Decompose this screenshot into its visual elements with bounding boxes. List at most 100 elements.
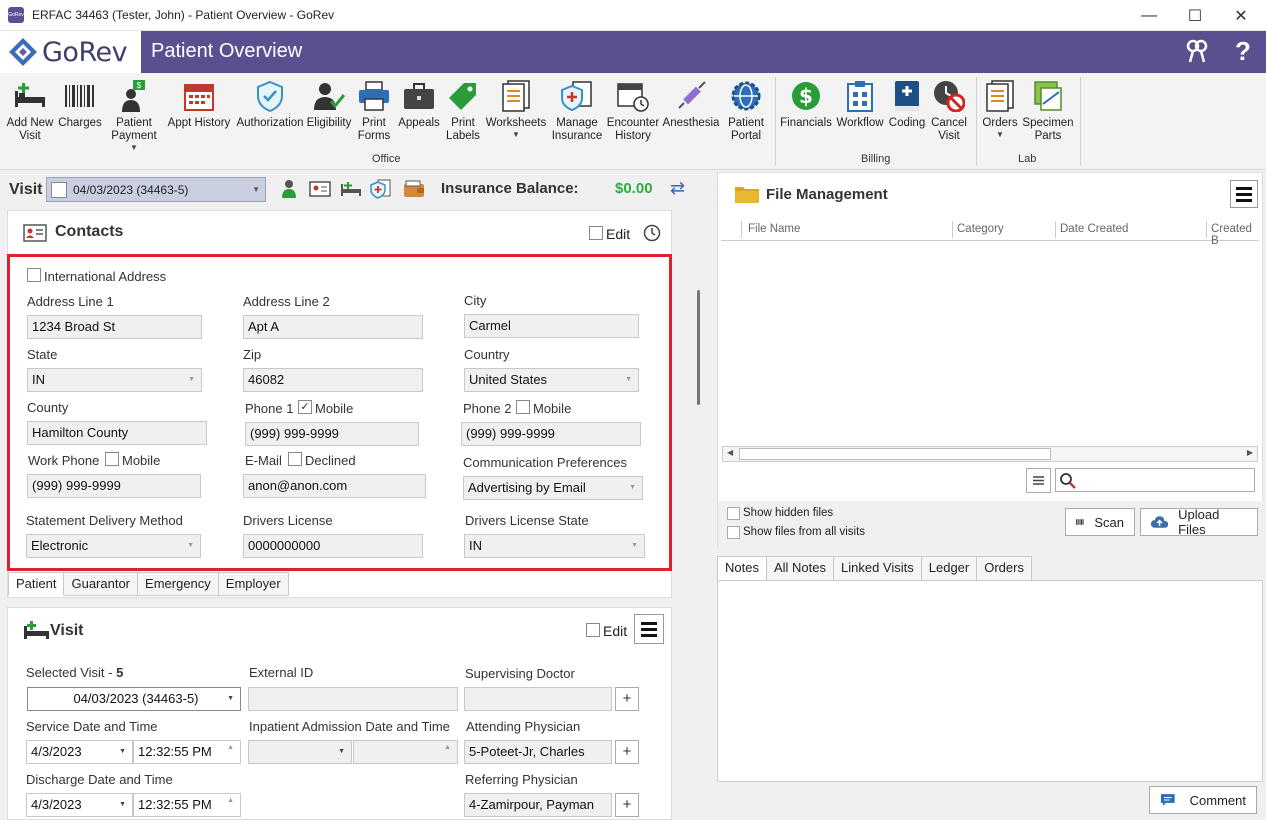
drivers-license-input[interactable]: 0000000000 — [243, 534, 423, 558]
selected-visit-select[interactable]: 04/03/2023 (34463-5) ▼ — [27, 687, 241, 711]
tab-orders[interactable]: Orders — [977, 556, 1032, 581]
file-search-input[interactable] — [1055, 468, 1255, 492]
file-grid-hscroll[interactable]: ◀ ▶ — [722, 446, 1258, 462]
history-clock-icon[interactable] — [643, 224, 661, 245]
bed-plus-icon — [23, 620, 49, 643]
supervising-doctor-input[interactable] — [464, 687, 612, 711]
notes-content[interactable] — [717, 580, 1263, 782]
tab-notes[interactable]: Notes — [717, 556, 767, 581]
refresh-swap-icon[interactable]: ⇄ — [670, 178, 685, 199]
worksheets-button[interactable]: Worksheets ▼ — [484, 79, 548, 140]
service-time-input[interactable]: 12:32:55 PM ▲▼ — [133, 740, 241, 764]
financials-button[interactable]: $ Financials — [780, 79, 832, 130]
file-menu-button[interactable] — [1230, 180, 1258, 208]
list-view-button[interactable] — [1026, 468, 1051, 493]
appeals-button[interactable]: Appeals — [396, 79, 442, 130]
orders-button[interactable]: Orders ▼ — [980, 79, 1020, 140]
phone2-mobile-checkbox[interactable] — [516, 400, 530, 414]
visit-select[interactable]: 04/03/2023 (34463-5) ▼ — [46, 177, 266, 202]
referring-physician-input[interactable]: 4-Zamirpour, Payman — [464, 793, 612, 817]
discharge-date-picker[interactable]: 4/3/2023 ▼ — [26, 793, 133, 817]
address-line1-input[interactable]: 1234 Broad St — [27, 315, 202, 339]
coding-button[interactable]: Coding — [886, 79, 928, 130]
minimize-button[interactable]: — — [1126, 0, 1172, 31]
left-pane-scrollbar[interactable] — [692, 208, 706, 820]
keys-icon[interactable] — [1184, 38, 1210, 71]
phone2-input[interactable]: (999) 999-9999 — [461, 422, 641, 446]
print-forms-button[interactable]: Print Forms — [354, 79, 394, 143]
tab-employer[interactable]: Employer — [218, 572, 289, 596]
show-hidden-files-checkbox[interactable] — [727, 507, 740, 520]
id-card-icon[interactable] — [309, 179, 331, 199]
drivers-license-state-select[interactable]: IN ▼ — [464, 534, 645, 558]
bed-icon[interactable] — [340, 179, 362, 199]
anesthesia-button[interactable]: Anesthesia — [662, 79, 720, 130]
address-line2-input[interactable]: Apt A — [243, 315, 423, 339]
eligibility-button[interactable]: Eligibility — [306, 79, 352, 130]
patient-portal-button[interactable]: Patient Portal — [722, 79, 770, 143]
discharge-time-input[interactable]: 12:32:55 PM ▲▼ — [133, 793, 241, 817]
help-icon[interactable]: ? — [1235, 36, 1251, 67]
charges-button[interactable]: Charges — [58, 79, 102, 130]
authorization-button[interactable]: Authorization — [236, 79, 304, 130]
upload-files-button[interactable]: Upload Files — [1140, 507, 1258, 537]
column-created-by[interactable]: Created B — [1211, 223, 1259, 247]
tab-patient[interactable]: Patient — [8, 572, 65, 596]
work-phone-mobile-checkbox[interactable] — [105, 452, 119, 466]
email-declined-checkbox[interactable] — [288, 452, 302, 466]
cancel-visit-button[interactable]: Cancel Visit — [928, 79, 970, 143]
tab-all-notes[interactable]: All Notes — [766, 556, 834, 581]
add-attending-physician-button[interactable]: + — [615, 740, 639, 764]
service-date-picker[interactable]: 4/3/2023 ▼ — [26, 740, 133, 764]
tab-guarantor[interactable]: Guarantor — [64, 572, 139, 596]
contacts-edit-checkbox[interactable] — [589, 226, 603, 240]
inpatient-date-picker[interactable]: ▼ — [248, 740, 352, 764]
scrollbar-thumb[interactable] — [697, 290, 700, 405]
encounter-history-button[interactable]: Encounter History — [606, 79, 660, 143]
wallet-icon[interactable] — [403, 179, 425, 199]
visit-select-checkbox[interactable] — [51, 181, 67, 198]
workflow-button[interactable]: Workflow — [834, 79, 886, 130]
doctor-icon[interactable] — [278, 179, 300, 199]
add-new-visit-button[interactable]: Add New Visit — [6, 79, 54, 143]
column-date-created[interactable]: Date Created — [1060, 223, 1128, 235]
scroll-left-icon[interactable]: ◀ — [727, 448, 733, 457]
visit-menu-button[interactable] — [634, 614, 664, 644]
external-id-input[interactable] — [248, 687, 458, 711]
insurance-icon[interactable] — [370, 179, 392, 199]
comment-button[interactable]: Comment — [1149, 786, 1257, 814]
scroll-right-icon[interactable]: ▶ — [1247, 448, 1253, 457]
email-input[interactable]: anon@anon.com — [243, 474, 426, 498]
country-select[interactable]: United States ▼ — [464, 368, 639, 392]
appt-history-button[interactable]: Appt History — [166, 79, 232, 130]
international-address-checkbox[interactable] — [27, 268, 41, 282]
print-labels-button[interactable]: Print Labels — [444, 79, 482, 143]
specimen-parts-button[interactable]: Specimen Parts — [1022, 79, 1074, 143]
visit-edit-checkbox[interactable] — [586, 623, 600, 637]
manage-insurance-button[interactable]: Manage Insurance — [550, 79, 604, 143]
close-button[interactable]: ✕ — [1218, 0, 1264, 31]
tab-linked-visits[interactable]: Linked Visits — [834, 556, 922, 581]
column-file-name[interactable]: File Name — [748, 223, 800, 235]
scan-button[interactable]: Scan — [1065, 508, 1135, 536]
phone1-input[interactable]: (999) 999-9999 — [245, 422, 419, 446]
patient-payment-button[interactable]: $ Patient Payment ▼ — [106, 79, 162, 153]
inpatient-time-input[interactable]: ▲▼ — [353, 740, 458, 764]
add-referring-physician-button[interactable]: + — [615, 793, 639, 817]
show-all-visits-checkbox[interactable] — [727, 526, 740, 539]
state-select[interactable]: IN ▼ — [27, 368, 202, 392]
scrollbar-thumb[interactable] — [739, 448, 1051, 460]
communication-preferences-select[interactable]: Advertising by Email ▼ — [463, 476, 643, 500]
work-phone-input[interactable]: (999) 999-9999 — [27, 474, 201, 498]
tab-ledger[interactable]: Ledger — [921, 556, 978, 581]
city-input[interactable]: Carmel — [464, 314, 639, 338]
county-input[interactable]: Hamilton County — [27, 421, 207, 445]
add-supervising-doctor-button[interactable]: + — [615, 687, 639, 711]
statement-delivery-select[interactable]: Electronic ▼ — [26, 534, 201, 558]
zip-input[interactable]: 46082 — [243, 368, 423, 392]
tab-emergency[interactable]: Emergency — [138, 572, 219, 596]
attending-physician-input[interactable]: 5-Poteet-Jr, Charles — [464, 740, 612, 764]
phone1-mobile-checkbox[interactable]: ✓ — [298, 400, 312, 414]
maximize-button[interactable]: ☐ — [1172, 0, 1218, 31]
column-category[interactable]: Category — [957, 223, 1004, 235]
